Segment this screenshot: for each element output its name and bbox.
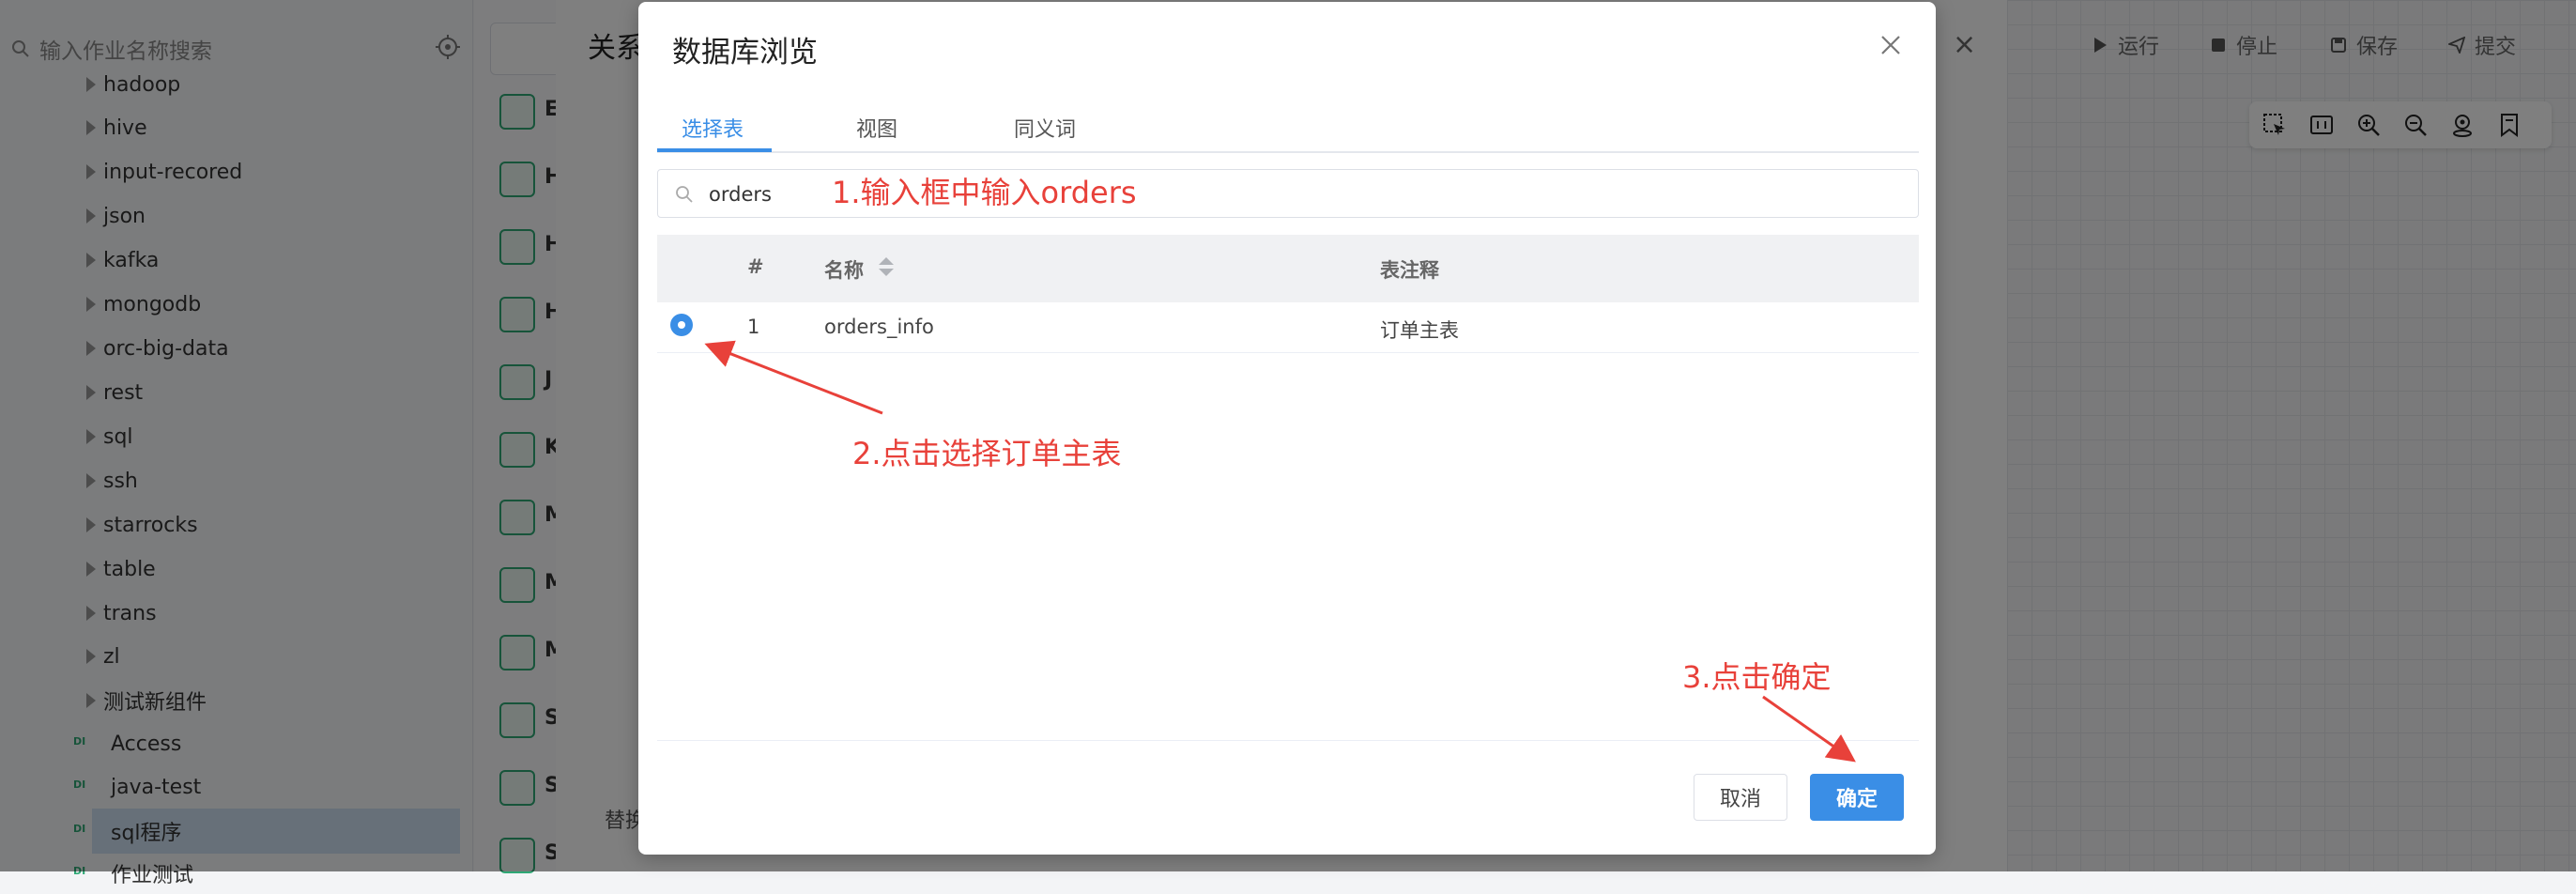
arrow-to-radio: [704, 340, 883, 415]
annotation-arrows: [704, 340, 1856, 763]
arrow-to-confirm: [1762, 695, 1856, 763]
